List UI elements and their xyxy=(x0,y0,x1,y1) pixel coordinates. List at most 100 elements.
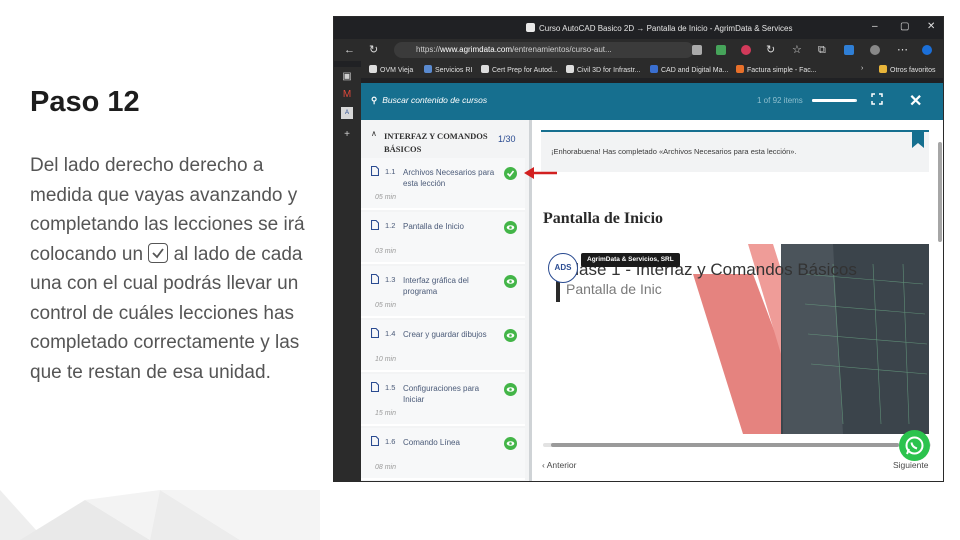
progress-text: 1 of 92 items xyxy=(757,96,803,105)
refresh-icon[interactable]: ↻ xyxy=(369,44,378,56)
fullscreen-icon[interactable] xyxy=(871,93,883,105)
bookmark-item[interactable]: OVM Vieja xyxy=(369,65,413,74)
document-icon xyxy=(371,382,379,392)
slide-decoration xyxy=(0,490,320,540)
url-input[interactable]: https://www.agrimdata.com/entrenamientos… xyxy=(394,42,694,58)
next-lesson-link[interactable]: Siguiente xyxy=(893,460,928,470)
lesson-heading: Pantalla de Inicio xyxy=(543,210,664,227)
back-icon[interactable]: ← xyxy=(344,44,355,56)
browser-window: Curso AutoCAD Basico 2D → Pantalla de In… xyxy=(333,16,944,482)
lesson-number: 1.2 xyxy=(385,221,396,230)
document-icon xyxy=(371,166,379,176)
address-bar: ← ↻ https://www.agrimdata.com/entrenamie… xyxy=(334,39,943,61)
section-count: 1/30 xyxy=(498,134,516,144)
bing-icon[interactable] xyxy=(922,45,932,55)
browser-side-panel: ▣ M A + xyxy=(334,67,361,481)
lesson-item[interactable]: 1.2 Pantalla de Inicio 03 min xyxy=(361,212,525,264)
lesson-number: 1.5 xyxy=(385,383,396,392)
profile-avatar[interactable] xyxy=(870,45,880,55)
url-host: www.agrimdata.com xyxy=(440,45,513,54)
extension-icon[interactable] xyxy=(716,45,726,55)
collections-icon[interactable]: ⧉ xyxy=(818,44,826,56)
window-title: Curso AutoCAD Basico 2D → Pantalla de In… xyxy=(526,23,792,33)
lesson-duration: 05 min xyxy=(375,194,397,201)
close-course-icon[interactable]: ✕ xyxy=(909,91,922,111)
bookmark-icon[interactable] xyxy=(912,132,924,148)
document-icon xyxy=(371,220,379,230)
url-path: /entrenamientos/curso-aut... xyxy=(512,45,612,54)
whatsapp-button[interactable] xyxy=(899,430,930,461)
bookmark-item[interactable]: Civil 3D for Infrastr... xyxy=(566,65,640,74)
previous-lesson-link[interactable]: ‹ Anterior xyxy=(542,460,577,470)
bookmark-item[interactable]: Servicios RI xyxy=(424,65,472,74)
other-bookmarks[interactable]: Otros favoritos xyxy=(879,65,936,74)
lesson-duration: 03 min xyxy=(375,248,397,255)
lesson-duration: 10 min xyxy=(375,356,397,363)
extension-icon[interactable] xyxy=(692,45,702,55)
maximize-icon[interactable]: ▢ xyxy=(900,21,909,32)
bookmarks-bar: OVM Vieja Servicios RI Cert Prep for Aut… xyxy=(361,61,943,78)
add-tab-icon[interactable]: + xyxy=(341,129,353,141)
document-icon xyxy=(371,436,379,446)
eye-icon xyxy=(504,383,517,396)
scrollbar-thumb[interactable] xyxy=(551,443,899,447)
favorites-star-icon[interactable]: ☆ xyxy=(792,44,802,56)
section-title: INTERFAZ Y COMANDOS BÁSICOS xyxy=(384,131,488,154)
slide-description: Del lado derecho derecho a medida que va… xyxy=(30,151,315,387)
lesson-number: 1.1 xyxy=(385,167,396,176)
lesson-item[interactable]: 1.6 Comando Línea 08 min xyxy=(361,428,525,480)
gmail-icon[interactable]: M xyxy=(341,89,353,101)
bookmark-item[interactable]: Cert Prep for Autod... xyxy=(481,65,558,74)
window-title-text: Curso AutoCAD Basico 2D → Pantalla de In… xyxy=(539,24,793,33)
lesson-duration: 05 min xyxy=(375,302,397,309)
vertical-scrollbar[interactable] xyxy=(938,142,942,242)
progress-fill xyxy=(812,99,855,102)
document-icon xyxy=(371,328,379,338)
tab-actions-icon[interactable]: ▣ xyxy=(341,71,353,83)
completed-check-icon xyxy=(504,167,517,180)
horizontal-scrollbar[interactable] xyxy=(543,443,931,447)
eye-icon xyxy=(504,221,517,234)
course-header: ⚲ Buscar contenido de cursos 1 of 92 item… xyxy=(361,83,943,120)
course-search[interactable]: ⚲ Buscar contenido de cursos xyxy=(371,95,487,106)
eye-icon xyxy=(504,275,517,288)
slide-title: Paso 12 xyxy=(30,86,140,118)
course-page: ⚲ Buscar contenido de cursos 1 of 92 item… xyxy=(361,83,943,481)
lesson-title: Archivos Necesarios para esta lección xyxy=(403,168,495,188)
lesson-title: Comando Línea xyxy=(403,438,460,447)
section-header[interactable]: ∧ INTERFAZ Y COMANDOS BÁSICOS 1/30 xyxy=(361,120,529,158)
close-window-icon[interactable]: ✕ xyxy=(927,21,935,32)
more-bookmarks-icon[interactable]: › xyxy=(861,65,863,72)
search-placeholder: Buscar contenido de cursos xyxy=(382,95,488,105)
more-menu-icon[interactable]: ⋯ xyxy=(897,44,908,56)
site-favicon-icon xyxy=(526,23,535,32)
annotation-arrow-icon xyxy=(524,167,557,179)
lesson-item[interactable]: 1.1 Archivos Necesarios para esta lección… xyxy=(361,158,525,210)
company-tooltip: AgrimData & Servicios, SRL xyxy=(581,253,680,267)
bookmark-item[interactable]: Factura simple - Fac... xyxy=(736,65,817,74)
lesson-number: 1.3 xyxy=(385,275,396,284)
lesson-duration: 15 min xyxy=(375,410,397,417)
notice-text: ¡Enhorabuena! Has completado «Archivos N… xyxy=(551,147,797,156)
lesson-item[interactable]: 1.5 Configuraciones para Iniciar 15 min xyxy=(361,374,525,426)
url-prefix: https:// xyxy=(416,45,441,54)
lesson-item[interactable]: 1.3 Interfaz gráfica del programa 05 min xyxy=(361,266,525,318)
extension-icon[interactable] xyxy=(844,45,854,55)
minimize-icon[interactable]: – xyxy=(872,21,878,32)
lesson-duration: 08 min xyxy=(375,464,397,471)
chevron-up-icon: ∧ xyxy=(371,129,377,138)
video-player[interactable]: Clase 1 - Interfaz y Comandos Básicos Pa… xyxy=(543,244,929,434)
whatsapp-icon xyxy=(905,436,924,455)
extension-icon[interactable] xyxy=(741,45,751,55)
extension-icon[interactable]: ↻ xyxy=(766,44,775,56)
lesson-list: ∧ INTERFAZ Y COMANDOS BÁSICOS 1/30 1.1 Ar… xyxy=(361,120,529,481)
lesson-content: ¡Enhorabuena! Has completado «Archivos N… xyxy=(533,120,943,481)
document-icon xyxy=(371,274,379,284)
bookmark-item[interactable]: CAD and Digital Ma... xyxy=(650,65,728,74)
eye-icon xyxy=(504,329,517,342)
search-icon: ⚲ xyxy=(371,95,378,105)
progress-bar xyxy=(812,99,857,102)
agrimdata-tab-icon[interactable]: A xyxy=(341,107,353,119)
lesson-item[interactable]: 1.4 Crear y guardar dibujos 10 min xyxy=(361,320,525,372)
window-titlebar: Curso AutoCAD Basico 2D → Pantalla de In… xyxy=(334,17,943,39)
